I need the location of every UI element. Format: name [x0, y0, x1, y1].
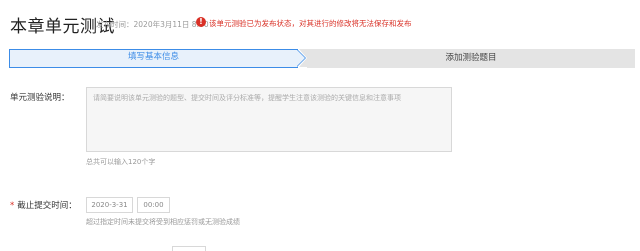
next-field-input[interactable]: [172, 246, 206, 251]
description-hint: 总共可以输入120个字: [86, 158, 156, 166]
warning-icon: !: [196, 17, 206, 27]
publish-time: 发布时间：2020年3月11日 8:00: [96, 20, 209, 29]
deadline-hint: 超过指定时间未提交将受到相应惩罚或无测验成绩: [86, 218, 240, 226]
description-label: 单元测验说明：: [10, 93, 70, 103]
step-progress-bar: 填写基本信息 添加测验题目: [9, 49, 635, 68]
deadline-label: * 截止提交时间：: [10, 199, 77, 211]
required-mark: *: [10, 201, 15, 211]
deadline-label-text: 截止提交时间：: [17, 201, 77, 211]
description-placeholder: 请简要说明该单元测验的题型、提交时间及评分标准等，提醒学生注意该测验的关键信息和…: [93, 94, 401, 102]
warning-message: 该单元测验已为发布状态，对其进行的修改将无法保存和发布: [209, 19, 412, 28]
step-add-questions[interactable]: 添加测验题目: [307, 49, 635, 68]
description-textarea[interactable]: 请简要说明该单元测验的题型、提交时间及评分标准等，提醒学生注意该测验的关键信息和…: [86, 87, 452, 152]
step-notch: [299, 49, 307, 67]
step-fill-basic-info[interactable]: 填写基本信息: [9, 49, 298, 66]
deadline-date-input[interactable]: 2020-3-31: [86, 197, 133, 213]
deadline-time-input[interactable]: 00:00: [137, 197, 170, 213]
